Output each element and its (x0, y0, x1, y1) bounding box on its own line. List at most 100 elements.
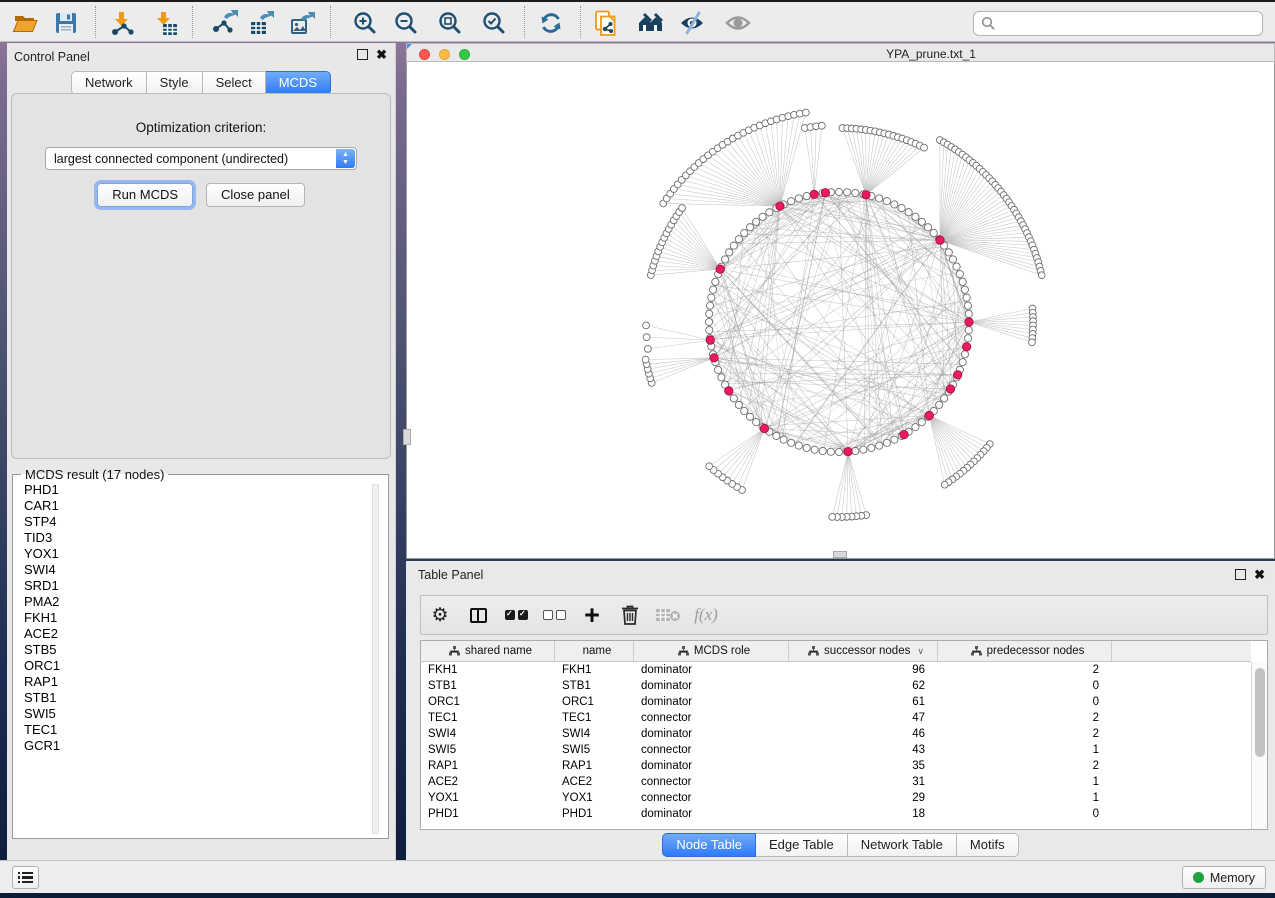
close-panel-icon[interactable]: ✖ (376, 49, 387, 60)
table-cell[interactable]: 2 (938, 712, 1112, 724)
mcds-result-item[interactable]: STB1 (15, 690, 386, 706)
table-cell[interactable]: SWI5 (421, 744, 555, 756)
table-cell[interactable]: 1 (938, 776, 1112, 788)
table-cell[interactable]: dominator (634, 760, 789, 772)
tab-motifs[interactable]: Motifs (957, 833, 1019, 857)
bottom-divider-grip[interactable] (833, 551, 847, 558)
table-cell[interactable]: 1 (938, 744, 1112, 756)
table-cell[interactable]: TEC1 (421, 712, 555, 724)
table-cell[interactable]: connector (634, 776, 789, 788)
column-header-mcds-role[interactable]: MCDS role (634, 641, 789, 661)
close-panel-button[interactable]: Close panel (206, 183, 305, 207)
column-header-successor-nodes[interactable]: successor nodes ∨ (789, 641, 938, 661)
mcds-result-item[interactable]: SRD1 (15, 578, 386, 594)
table-cell[interactable]: dominator (634, 808, 789, 820)
table-cell[interactable]: 62 (789, 680, 938, 692)
mcds-result-item[interactable]: ORC1 (15, 658, 386, 674)
table-cell[interactable]: TEC1 (555, 712, 634, 724)
table-cell[interactable]: dominator (634, 728, 789, 740)
mcds-result-item[interactable]: STP4 (15, 514, 386, 530)
float-table-panel-icon[interactable] (1235, 569, 1246, 580)
table-vertical-scrollbar[interactable] (1251, 662, 1267, 829)
mcds-result-item[interactable]: SWI5 (15, 706, 386, 722)
table-cell[interactable]: SWI4 (555, 728, 634, 740)
table-cell[interactable]: SWI4 (421, 728, 555, 740)
open-folder-icon[interactable] (11, 9, 39, 37)
hide-graphics-details-icon[interactable] (678, 9, 706, 37)
mcds-result-item[interactable]: TID3 (15, 530, 386, 546)
mcds-result-item[interactable]: RAP1 (15, 674, 386, 690)
run-mcds-button[interactable]: Run MCDS (97, 183, 193, 207)
mcds-result-item[interactable]: PHD1 (15, 482, 386, 498)
mcds-result-item[interactable]: PMA2 (15, 594, 386, 610)
table-cell[interactable]: STB1 (421, 680, 555, 692)
zoom-fit-icon[interactable] (436, 9, 464, 37)
tab-edge-table[interactable]: Edge Table (756, 833, 848, 857)
mac-zoom-button[interactable] (459, 49, 470, 60)
table-cell[interactable]: 31 (789, 776, 938, 788)
network-window-titlebar[interactable]: YPA_prune.txt_1 (406, 43, 1275, 62)
mcds-result-item[interactable]: CAR1 (15, 498, 386, 514)
mac-close-button[interactable] (419, 49, 430, 60)
optimization-criterion-select[interactable]: largest connected component (undirected)… (45, 147, 357, 170)
select-all-icon[interactable] (497, 610, 535, 620)
mcds-result-item[interactable]: SWI4 (15, 562, 386, 578)
mac-minimize-button[interactable] (439, 49, 450, 60)
export-network-icon[interactable] (210, 9, 238, 37)
column-header-name[interactable]: name (555, 641, 634, 661)
table-cell[interactable]: 1 (938, 792, 1112, 804)
table-cell[interactable]: 47 (789, 712, 938, 724)
table-cell[interactable]: 0 (938, 680, 1112, 692)
save-icon[interactable] (52, 9, 80, 37)
delete-column-icon[interactable] (611, 604, 649, 626)
mcds-result-list[interactable]: PHD1CAR1STP4TID3YOX1SWI4SRD1PMA2FKH1ACE2… (15, 482, 386, 836)
table-cell[interactable]: PHD1 (555, 808, 634, 820)
network-overview-icon[interactable] (637, 9, 665, 37)
table-row[interactable]: SWI4SWI4dominator462 (421, 726, 1251, 742)
tab-select[interactable]: Select (203, 71, 266, 95)
network-graph[interactable] (407, 62, 1274, 557)
memory-button[interactable]: Memory (1182, 866, 1266, 889)
table-body[interactable]: FKH1FKH1dominator962STB1STB1dominator620… (421, 662, 1251, 829)
mcds-result-item[interactable]: YOX1 (15, 546, 386, 562)
table-cell[interactable]: 18 (789, 808, 938, 820)
table-cell[interactable]: ACE2 (555, 776, 634, 788)
show-columns-icon[interactable] (459, 608, 497, 623)
table-row[interactable]: PHD1PHD1dominator180 (421, 806, 1251, 822)
zoom-in-icon[interactable] (351, 9, 379, 37)
import-table-icon[interactable] (152, 9, 180, 37)
export-table-icon[interactable] (248, 9, 276, 37)
table-cell[interactable]: dominator (634, 680, 789, 692)
scrollbar-thumb[interactable] (1255, 668, 1265, 757)
add-column-icon[interactable]: + (573, 605, 611, 625)
mcds-result-item[interactable]: ACE2 (15, 626, 386, 642)
search-input[interactable] (973, 11, 1263, 36)
table-cell[interactable]: 2 (938, 760, 1112, 772)
table-cell[interactable]: connector (634, 712, 789, 724)
export-image-icon[interactable] (289, 9, 317, 37)
clone-network-icon[interactable] (592, 9, 620, 37)
table-cell[interactable]: dominator (634, 696, 789, 708)
table-settings-icon[interactable]: ⚙ (421, 604, 459, 627)
table-cell[interactable]: 96 (789, 664, 938, 676)
table-cell[interactable]: YOX1 (421, 792, 555, 804)
show-tasks-button[interactable] (12, 866, 39, 889)
table-row[interactable]: TEC1TEC1connector472 (421, 710, 1251, 726)
table-cell[interactable]: ACE2 (421, 776, 555, 788)
column-header-shared-name[interactable]: shared name (421, 641, 555, 661)
close-table-panel-icon[interactable]: ✖ (1254, 569, 1265, 580)
table-row[interactable]: RAP1RAP1dominator352 (421, 758, 1251, 774)
table-cell[interactable]: YOX1 (555, 792, 634, 804)
mcds-result-item[interactable]: GCR1 (15, 738, 386, 754)
tab-mcds[interactable]: MCDS (266, 71, 331, 95)
table-cell[interactable]: 35 (789, 760, 938, 772)
table-row[interactable]: ORC1ORC1dominator610 (421, 694, 1251, 710)
tab-network-table[interactable]: Network Table (848, 833, 957, 857)
mcds-result-item[interactable]: TEC1 (15, 722, 386, 738)
table-cell[interactable]: 2 (938, 664, 1112, 676)
table-cell[interactable]: connector (634, 744, 789, 756)
table-cell[interactable]: 43 (789, 744, 938, 756)
left-divider-grip[interactable] (403, 429, 411, 445)
table-cell[interactable]: dominator (634, 664, 789, 676)
table-cell[interactable]: connector (634, 792, 789, 804)
